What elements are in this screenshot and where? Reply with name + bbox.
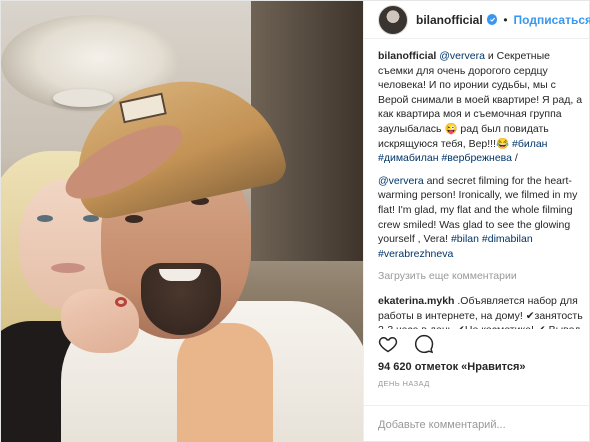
heart-icon[interactable] bbox=[378, 334, 398, 354]
add-comment-field[interactable]: Добавьте комментарий... bbox=[364, 405, 590, 442]
avatar[interactable] bbox=[378, 4, 408, 35]
post-photo[interactable] bbox=[1, 1, 363, 442]
comment-icon[interactable] bbox=[414, 334, 434, 354]
verified-badge-icon bbox=[486, 14, 498, 25]
username-link[interactable]: bilanofficial bbox=[416, 13, 483, 27]
caption: bilanofficial @ververa и Секретные съемк… bbox=[378, 49, 584, 166]
separator-dot: • bbox=[503, 12, 508, 27]
caption-username[interactable]: bilanofficial bbox=[378, 50, 436, 62]
follow-button[interactable]: Подписаться bbox=[514, 13, 590, 27]
post-time: ДЕНЬ НАЗАД bbox=[378, 379, 430, 388]
load-more-comments-link[interactable]: Загрузить еще комментарии bbox=[378, 269, 584, 284]
mention-link-en[interactable]: @ververa bbox=[378, 175, 424, 187]
instagram-post: bilanofficial • Подписаться bilanofficia… bbox=[0, 0, 590, 442]
photo-woman-eye-shape bbox=[37, 215, 53, 222]
likes-count[interactable]: 94 620 отметок «Нравится» bbox=[378, 361, 526, 373]
photo-man-eye-shape bbox=[125, 215, 143, 223]
comments-list: bilanofficial @ververa и Секретные съемк… bbox=[378, 49, 584, 329]
photo-hand-shape bbox=[61, 289, 139, 353]
photo-ring-shape bbox=[115, 297, 127, 307]
comment-username[interactable]: ekaterina.mykh bbox=[378, 295, 454, 307]
photo-man-smile-shape bbox=[159, 269, 201, 281]
caption-text-ru: и Секретные съемки для очень дорогого се… bbox=[378, 50, 583, 150]
photo-woman-lips-shape bbox=[51, 263, 85, 273]
comment-item: ekaterina.mykh .Объявляется набор для ра… bbox=[378, 294, 584, 329]
caption-slash: / bbox=[511, 152, 518, 165]
post-actions bbox=[378, 333, 578, 355]
post-header: bilanofficial • Подписаться bbox=[364, 1, 590, 39]
photo-man-shirt-shape bbox=[177, 323, 273, 442]
photo-lamp-ring-shape bbox=[53, 89, 113, 107]
post-sidebar: bilanofficial • Подписаться bilanofficia… bbox=[363, 1, 590, 442]
caption-en: @ververa and secret filming for the hear… bbox=[378, 174, 584, 262]
mention-link[interactable]: @ververa bbox=[439, 50, 485, 62]
